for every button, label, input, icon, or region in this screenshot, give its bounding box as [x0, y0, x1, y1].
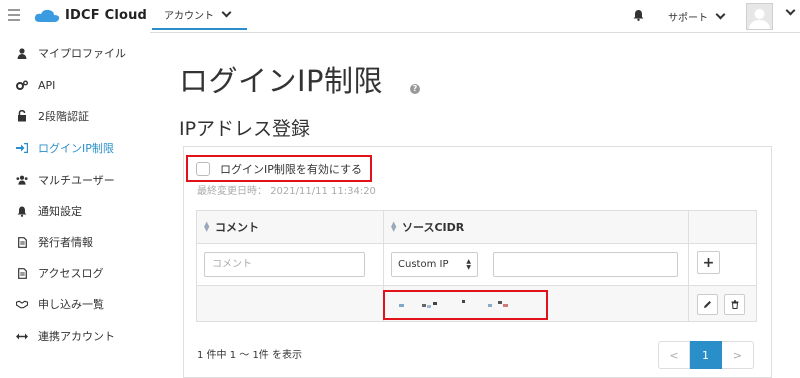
trash-icon — [731, 300, 738, 309]
comment-input[interactable] — [204, 252, 365, 277]
section-title: IPアドレス登録 — [179, 118, 311, 140]
sidebar-item-login-ip-restriction[interactable]: ログインIP制限 — [0, 133, 150, 163]
delete-button[interactable] — [724, 294, 745, 315]
chevron-down-icon — [715, 9, 726, 20]
sidebar: マイプロファイル API 2段階認証 ログインIP制限 マルチユーザー 通知設定 — [0, 32, 150, 369]
pencil-icon — [704, 301, 711, 308]
sidebar-item-label: マルチユーザー — [38, 174, 115, 187]
table-header-row — [196, 210, 757, 244]
sidebar-item-label: 2段階認証 — [38, 110, 89, 123]
enable-ip-restriction-highlight: ログインIP制限を有効にする — [186, 155, 372, 182]
last-modified-value: 2021/11/11 11:34:20 — [270, 186, 376, 197]
sidebar-item-multi-user[interactable]: マルチユーザー — [0, 165, 150, 195]
help-icon[interactable]: ? — [410, 84, 420, 94]
column-header-label: ソースCIDR — [402, 221, 465, 234]
source-cidr-value-redacted — [383, 290, 548, 320]
sidebar-item-label: 通知設定 — [38, 205, 82, 218]
sidebar-item-label: 連携アカウント — [38, 330, 115, 343]
pagination-summary: 1 件中 1 〜 1件 を表示 — [197, 350, 302, 361]
support-label: サポート — [668, 13, 708, 24]
document-icon — [16, 236, 28, 248]
last-modified-label: 最終変更日時： — [197, 186, 267, 197]
redacted-pixel — [488, 304, 492, 307]
notification-bell-icon[interactable] — [633, 9, 644, 21]
sidebar-item-linked-accounts[interactable]: 連携アカウント — [0, 321, 150, 351]
redacted-pixel — [433, 302, 437, 305]
sidebar-item-label: 発行者情報 — [38, 236, 93, 249]
cloud-logo-icon — [34, 9, 60, 22]
arrows-h-icon — [16, 330, 28, 342]
pagination-page-1[interactable]: 1 — [690, 341, 722, 369]
enable-ip-restriction-checkbox[interactable] — [196, 161, 210, 176]
redacted-pixel — [427, 305, 431, 308]
sort-icon: ▲ ▼ — [204, 220, 210, 233]
column-header-source-cidr[interactable]: ▲ ▼ ソースCIDR — [391, 210, 464, 244]
sign-in-icon — [16, 142, 28, 154]
users-icon — [16, 174, 28, 186]
redacted-pixel — [503, 304, 508, 307]
column-header-comment[interactable]: ▲ ▼ コメント — [204, 210, 259, 244]
sidebar-item-my-profile[interactable]: マイプロファイル — [0, 38, 150, 68]
user-avatar-icon — [749, 9, 770, 29]
logo-text: IDCF Cloud — [65, 8, 148, 23]
account-tab-label: アカウント — [164, 10, 214, 22]
chevron-down-icon — [221, 7, 232, 17]
sidebar-item-label: アクセスログ — [38, 267, 104, 280]
pagination-next[interactable]: > — [722, 341, 754, 369]
sidebar-item-issuer-info[interactable]: 発行者情報 — [0, 227, 150, 257]
cidr-input[interactable] — [493, 252, 678, 277]
last-modified: 最終変更日時： 2021/11/11 11:34:20 — [197, 182, 376, 197]
sidebar-item-2fa[interactable]: 2段階認証 — [0, 101, 150, 131]
sidebar-item-label: 申し込み一覧 — [38, 298, 104, 311]
support-menu[interactable]: サポート — [668, 9, 726, 24]
top-navbar: IDCF Cloud アカウント サポート — [0, 0, 800, 33]
menu-icon[interactable] — [8, 9, 20, 24]
column-header-label: コメント — [215, 221, 259, 234]
sidebar-item-notification-settings[interactable]: 通知設定 — [0, 196, 150, 226]
add-button[interactable]: + — [697, 251, 720, 274]
page-title: ログインIP制限 — [179, 64, 384, 98]
logo[interactable]: IDCF Cloud — [34, 8, 147, 23]
plus-icon: + — [702, 254, 715, 271]
redacted-pixel — [422, 304, 426, 307]
column-divider — [688, 210, 689, 322]
sidebar-item-label: マイプロファイル — [38, 47, 126, 60]
account-menu-tab[interactable]: アカウント — [152, 0, 247, 30]
cidr-type-select-value: Custom IP — [398, 259, 449, 270]
document-icon — [16, 267, 28, 279]
user-icon — [16, 47, 28, 59]
cidr-type-select[interactable]: Custom IP ▲ ▼ — [391, 252, 478, 277]
unlock-icon — [16, 110, 28, 122]
handshake-icon — [16, 298, 28, 310]
avatar[interactable] — [746, 3, 773, 30]
redacted-pixel — [399, 304, 404, 307]
pagination-prev[interactable]: < — [658, 341, 690, 369]
sidebar-item-label: ログインIP制限 — [38, 142, 114, 155]
enable-ip-restriction-label[interactable]: ログインIP制限を有効にする — [220, 161, 362, 177]
avatar-chevron-down-icon[interactable] — [785, 5, 796, 16]
pagination: < 1 > — [658, 341, 754, 369]
redacted-pixel — [462, 300, 465, 303]
sidebar-item-applications[interactable]: 申し込み一覧 — [0, 289, 150, 319]
select-arrows-icon: ▲ ▼ — [466, 258, 471, 271]
sidebar-item-access-log[interactable]: アクセスログ — [0, 258, 150, 288]
sidebar-item-api[interactable]: API — [0, 70, 150, 100]
bell-icon — [16, 205, 28, 217]
edit-button[interactable] — [697, 294, 718, 315]
sort-icon: ▲ ▼ — [391, 220, 397, 233]
sidebar-item-label: API — [38, 78, 56, 92]
redacted-pixel — [498, 301, 502, 304]
gears-icon — [16, 79, 28, 91]
